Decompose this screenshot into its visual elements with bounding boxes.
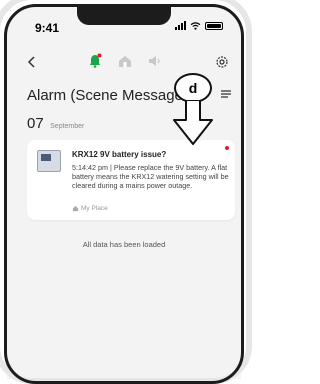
notification-title: KRX12 9V battery issue? <box>72 150 167 159</box>
notification-card[interactable]: KRX12 9V battery issue? 5:14:42 pm | Ple… <box>27 140 235 220</box>
signal-icon <box>175 21 186 30</box>
nav-tabs <box>87 53 163 69</box>
wifi-icon <box>190 21 201 30</box>
app-screen: 9:41 Alarm (Scene Message 07 September K… <box>7 7 241 379</box>
page-title: Alarm (Scene Message <box>27 87 183 104</box>
speaker-icon[interactable] <box>147 53 163 69</box>
status-time: 9:41 <box>35 21 60 35</box>
place-label: My Place <box>81 205 108 212</box>
list-filter-icon[interactable] <box>219 87 233 101</box>
date-month: September <box>50 123 85 130</box>
gear-icon[interactable] <box>215 55 229 69</box>
nav-bar <box>7 49 241 75</box>
annotation-callout: d <box>174 73 212 103</box>
back-arrow-icon[interactable] <box>25 55 39 69</box>
unread-dot <box>225 146 229 150</box>
device-thumbnail <box>37 150 61 172</box>
annotation-arrow <box>173 100 213 145</box>
home-small-icon <box>72 205 79 212</box>
phone-frame: 9:41 Alarm (Scene Message 07 September K… <box>0 0 252 384</box>
all-loaded-text: All data has been loaded <box>82 240 166 249</box>
status-icons <box>175 21 223 30</box>
notification-place: My Place <box>72 205 108 212</box>
home-icon[interactable] <box>117 53 133 69</box>
notch <box>77 7 171 25</box>
date-day: 07 <box>27 115 44 132</box>
date-group-header: 07 September <box>27 115 84 133</box>
notification-body: 5:14:42 pm | Please replace the 9V batte… <box>72 163 229 190</box>
battery-icon <box>205 21 223 30</box>
bell-icon[interactable] <box>87 53 103 69</box>
